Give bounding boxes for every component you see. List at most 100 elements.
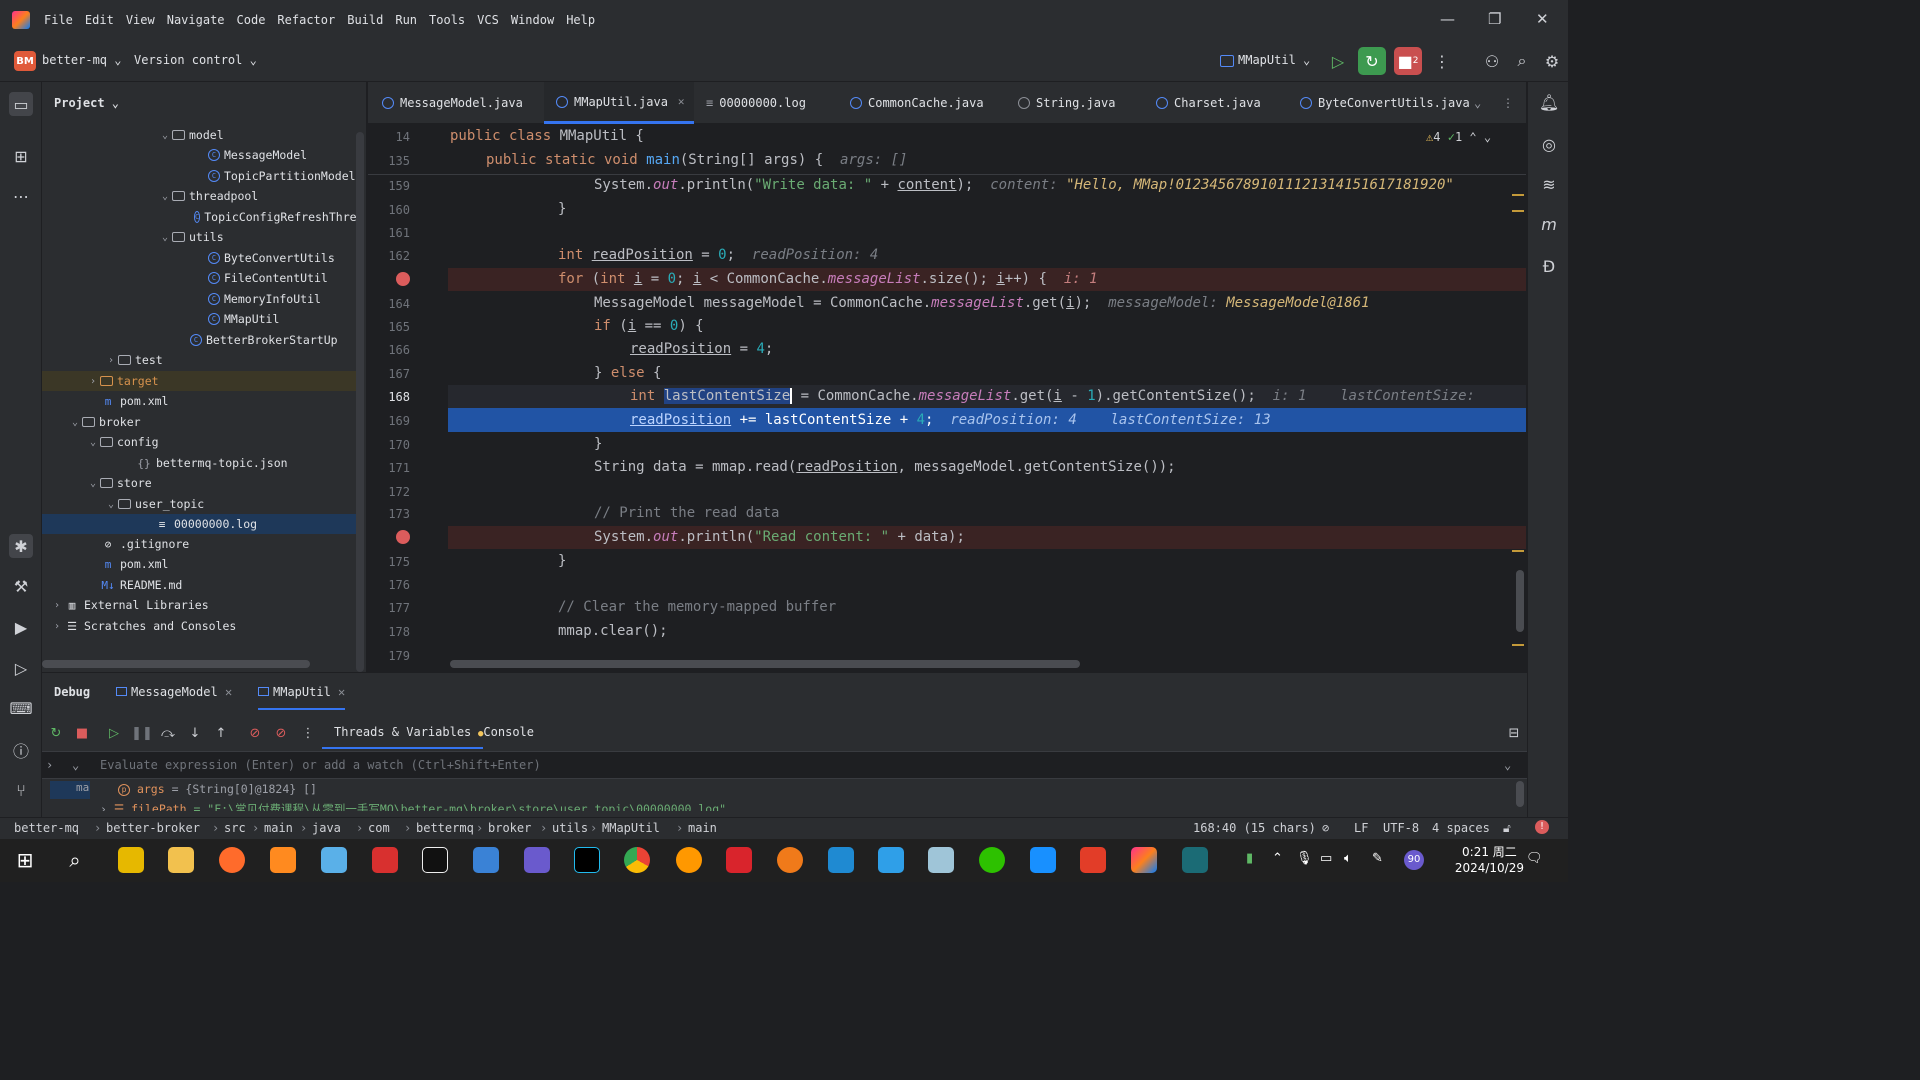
folder-icon[interactable]: ▭ <box>9 92 33 116</box>
search-icon[interactable]: ⌕ <box>1508 47 1536 75</box>
menu-code[interactable]: Code <box>237 13 266 27</box>
problems-icon[interactable]: ⓘ <box>9 738 33 762</box>
tabs-more-icon[interactable]: ⋮ <box>1502 82 1514 124</box>
no-bugs-icon[interactable]: ⊘ <box>1322 821 1329 835</box>
taskbar-app-icon[interactable] <box>878 847 904 873</box>
file-explorer-icon[interactable] <box>168 847 194 873</box>
tree-item[interactable]: ⌄ config <box>42 432 360 452</box>
battery-icon[interactable]: ▮ <box>1246 851 1253 866</box>
taskbar-app-icon[interactable] <box>372 847 398 873</box>
tree-item[interactable]: ⌄ utils <box>42 227 360 247</box>
tree-item[interactable]: C MessageModel <box>42 145 360 165</box>
error-stripe-mark[interactable] <box>1512 210 1524 212</box>
line-number[interactable]: 160 <box>368 203 410 217</box>
step-out-icon[interactable]: ↑ <box>211 723 231 743</box>
chevron-down-icon[interactable]: ⌄ <box>158 232 172 243</box>
resume-program-icon[interactable]: ▷ <box>104 723 124 743</box>
vcs-selector[interactable]: Version control ⌄ <box>134 53 257 67</box>
frame-item[interactable]: ma <box>50 781 90 799</box>
debug-icon[interactable]: ✱ <box>9 534 33 558</box>
microphone-icon[interactable]: 🎙︎ <box>1296 851 1313 866</box>
tree-item[interactable]: M↓ README.md <box>42 575 360 595</box>
tree-item[interactable]: › target <box>42 371 360 391</box>
close-tab-icon[interactable]: ✕ <box>678 95 685 108</box>
line-number[interactable]: 173 <box>368 507 410 521</box>
system-clock[interactable]: 0:21 周二 2024/10/29 <box>1455 844 1524 876</box>
error-indicator-icon[interactable]: ! <box>1535 820 1549 834</box>
breadcrumb-item[interactable]: better-broker <box>106 821 200 835</box>
debug-tab-mmaputil[interactable]: MMapUtil ✕ <box>258 685 346 710</box>
services-icon[interactable]: ▶ <box>9 615 33 639</box>
taskbar-app-icon[interactable] <box>1030 847 1056 873</box>
evaluate-input[interactable]: Evaluate expression (Enter) or add a wat… <box>100 758 541 772</box>
project-badge[interactable]: BM <box>14 51 36 71</box>
error-stripe-mark[interactable] <box>1512 194 1524 196</box>
tab-byte-convert-utils[interactable]: ByteConvertUtils.java <box>1300 82 1470 124</box>
tree-item[interactable]: ≡ 00000000.log <box>42 514 360 534</box>
taskbar-app-icon[interactable] <box>1182 847 1208 873</box>
menu-file[interactable]: File <box>44 13 73 27</box>
editor-hscrollbar[interactable] <box>450 660 1080 668</box>
tree-item[interactable]: › test <box>42 350 360 370</box>
variable-filepath[interactable]: › ☰ filePath = "F:\常见付费课程\从零到一手写MQ\bette… <box>100 801 726 811</box>
tree-item[interactable]: ⌄ user_topic <box>42 494 360 514</box>
tabs-overflow-icon[interactable]: ⌄ <box>1474 82 1481 124</box>
tab-common-cache[interactable]: CommonCache.java <box>850 82 1010 124</box>
line-number[interactable]: 166 <box>368 343 410 357</box>
chevron-down-icon[interactable]: ⌄ <box>158 191 172 202</box>
indent-setting[interactable]: 4 spaces <box>1432 821 1490 835</box>
chrome-icon[interactable] <box>624 847 650 873</box>
menu-vcs[interactable]: VCS <box>477 13 499 27</box>
inspection-widget[interactable]: ⚠4 ✓1 ⌃ ⌄ <box>1426 130 1491 144</box>
wps-icon[interactable] <box>726 847 752 873</box>
code-editor[interactable]: 14 135 159 160 161 162 164 165 166 167 168 169 170 17… <box>368 124 1526 672</box>
vscode-icon[interactable] <box>828 847 854 873</box>
terminal-icon[interactable]: ⌨ <box>9 696 33 720</box>
chevron-down-icon[interactable]: ⌄ <box>86 478 100 489</box>
chevron-right-icon[interactable]: › <box>50 621 64 632</box>
line-number[interactable]: 162 <box>368 249 410 263</box>
windows-start-icon[interactable]: ⊞ <box>12 847 38 873</box>
line-number[interactable]: 177 <box>368 601 410 615</box>
dropdown-icon[interactable]: ⌄ <box>1504 758 1511 772</box>
git-icon[interactable]: ⑂ <box>9 778 33 802</box>
close-tab-icon[interactable]: ✕ <box>338 685 345 699</box>
chevron-up-icon[interactable]: ⌃ <box>1469 130 1476 144</box>
file-encoding[interactable]: UTF-8 <box>1383 821 1419 835</box>
taskbar-app-icon[interactable] <box>270 847 296 873</box>
tree-item[interactable]: m pom.xml <box>42 554 360 574</box>
close-icon[interactable]: ✕ <box>1536 10 1549 28</box>
notifications-icon[interactable]: 🔔︎ <box>1537 90 1561 114</box>
tab-message-model[interactable]: MessageModel.java <box>382 82 542 124</box>
chevron-right-icon[interactable]: › <box>46 758 53 772</box>
line-number[interactable]: 179 <box>368 649 410 663</box>
gear-icon[interactable]: ⚙ <box>1538 47 1566 75</box>
menu-build[interactable]: Build <box>347 13 383 27</box>
tree-item[interactable]: C TopicPartitionModel <box>42 166 360 186</box>
more-tools-icon[interactable]: ⋯ <box>9 184 33 208</box>
tree-item[interactable]: {} bettermq-topic.json <box>42 453 360 473</box>
capcut-icon[interactable] <box>422 847 448 873</box>
project-panel-title[interactable]: Project ⌄ <box>54 96 119 110</box>
network-icon[interactable]: ▭ <box>1320 851 1332 866</box>
gradle-icon[interactable]: Ð <box>1537 254 1561 278</box>
line-number[interactable]: 178 <box>368 625 410 639</box>
chevron-down-icon[interactable]: ⌄ <box>86 437 100 448</box>
line-number[interactable]: 159 <box>368 179 410 193</box>
tree-item[interactable]: C ByteConvertUtils <box>42 248 360 268</box>
line-number[interactable]: 168 <box>368 390 410 404</box>
ai-assistant-icon[interactable]: ◎ <box>1537 132 1561 156</box>
maven-icon[interactable]: m <box>1537 212 1561 236</box>
menu-run[interactable]: Run <box>395 13 417 27</box>
breakpoint-icon[interactable] <box>396 272 410 286</box>
tree-item[interactable]: ⌄ threadpool <box>42 186 360 206</box>
taskbar-app-icon[interactable] <box>321 847 347 873</box>
search-icon[interactable]: ⌕ <box>62 847 88 873</box>
datagrip-icon[interactable] <box>574 847 600 873</box>
menu-navigate[interactable]: Navigate <box>167 13 225 27</box>
line-number[interactable]: 175 <box>368 555 410 569</box>
breadcrumb-item[interactable]: better-mq <box>14 821 79 835</box>
tree-item[interactable]: C MMapUtil <box>42 309 360 329</box>
threads-variables-tab[interactable]: Threads & Variables <box>322 725 484 749</box>
chevron-right-icon[interactable]: › <box>100 802 107 811</box>
